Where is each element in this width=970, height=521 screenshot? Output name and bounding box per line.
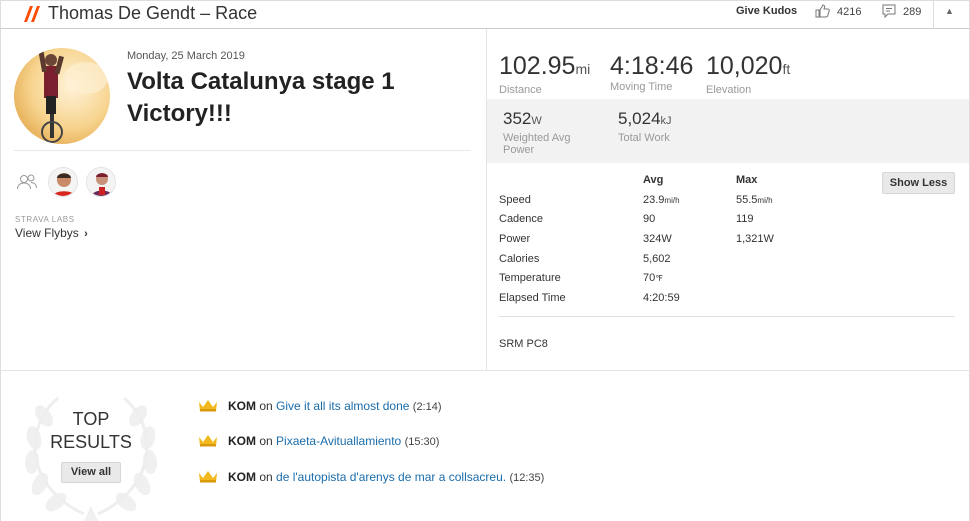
avg-unit: ℉	[655, 274, 663, 283]
stat-weighted-power: 352W Weighted Avg Power	[503, 109, 570, 156]
max-value: 1,321	[736, 233, 764, 245]
give-kudos-button[interactable]: Give Kudos	[736, 5, 797, 17]
segment-link[interactable]: Give it all its almost done	[276, 399, 409, 413]
row-label: Power	[499, 233, 531, 245]
stat-moving-time: 4:18:46 Moving Time	[610, 52, 693, 93]
top-results-line2: RESULTS	[50, 432, 132, 452]
row-label: Temperature	[499, 272, 561, 284]
kom-result-row: KOM on de l'autopista d'arenys de mar a …	[198, 470, 544, 486]
strava-chevrons-icon	[24, 6, 40, 22]
max-column-header: Max	[736, 174, 758, 186]
group-icon[interactable]	[16, 173, 38, 191]
row-label: Elapsed Time	[499, 292, 566, 304]
activity-header-bar: Thomas De Gendt – Race Give Kudos 4216 2…	[0, 0, 970, 29]
row-label: Cadence	[499, 213, 544, 225]
total-work-label: Total Work	[618, 132, 670, 144]
group-athlete-avatar[interactable]	[86, 167, 116, 197]
kom-on-text: on	[259, 399, 273, 413]
segment-time: (2:14)	[412, 401, 442, 413]
segment-time: (15:30)	[404, 436, 440, 448]
kom-badge: KOM	[228, 434, 256, 448]
moving-time-label: Moving Time	[610, 81, 673, 93]
kom-on-text: on	[259, 470, 273, 484]
segment-link[interactable]: Pixaeta-Avituallamiento	[276, 434, 401, 448]
comment-count[interactable]: 289	[903, 6, 921, 18]
activity-name: Volta Catalunya stage 1 Victory!!!	[127, 68, 395, 127]
distance-label: Distance	[499, 84, 542, 96]
show-less-button[interactable]: Show Less	[882, 172, 955, 194]
max-unit: mi/h	[757, 196, 773, 205]
max-unit: W	[763, 233, 774, 245]
segment-link[interactable]: de l'autopista d'arenys de mar a collsac…	[276, 470, 506, 484]
weighted-power-label-1: Weighted Avg	[503, 132, 571, 144]
kom-badge: KOM	[228, 470, 256, 484]
kudos-count[interactable]: 4216	[837, 6, 861, 18]
crown-icon	[199, 400, 217, 412]
divider	[499, 316, 955, 317]
comment-icon[interactable]	[881, 3, 897, 19]
view-flybys-label: View Flybys	[15, 226, 79, 240]
device-name: SRM PC8	[499, 338, 548, 350]
segment-time: (12:35)	[509, 472, 545, 484]
avg-value: 4:20:59	[643, 292, 680, 304]
thumbs-up-icon[interactable]	[814, 3, 830, 19]
strava-labs-label: STRAVA LABS	[15, 215, 75, 224]
stat-total-work: 5,024kJ Total Work	[618, 109, 672, 144]
distance-unit: mi	[575, 61, 591, 77]
secondary-stats: 352W Weighted Avg Power 5,024kJ Total Wo…	[487, 99, 969, 163]
avg-value: 324	[643, 233, 662, 245]
collapse-button[interactable]: ▲	[933, 1, 965, 29]
elevation-unit: ft	[782, 61, 791, 77]
weighted-power-value: 352	[503, 109, 532, 128]
divider	[14, 150, 471, 151]
crown-icon	[199, 435, 217, 447]
avg-unit: mi/h	[664, 196, 680, 205]
max-value: 119	[736, 213, 754, 225]
primary-stats: 102.95mi Distance 4:18:46 Moving Time 10…	[487, 29, 969, 99]
avg-value: 23.9	[643, 194, 665, 206]
stat-distance: 102.95mi Distance	[499, 52, 590, 96]
kom-on-text: on	[259, 434, 273, 448]
activity-title: Thomas De Gendt – Race	[48, 3, 258, 23]
top-results-line1: TOP	[72, 409, 110, 429]
elevation-label: Elevation	[706, 84, 752, 96]
avg-column-header: Avg	[643, 174, 664, 186]
athlete-avatar-main[interactable]	[14, 48, 110, 144]
elevation-value: 10,020	[706, 52, 783, 80]
view-flybys-link[interactable]: View Flybys ›	[15, 226, 88, 240]
kom-result-row: KOM on Give it all its almost done (2:14…	[198, 399, 442, 415]
avg-value: 5,602	[643, 253, 671, 265]
kom-result-row: KOM on Pixaeta-Avituallamiento (15:30)	[198, 434, 439, 450]
top-results-heading: TOP RESULTS	[50, 408, 132, 454]
weighted-power-unit: W	[531, 115, 542, 127]
activity-date: Monday, 25 March 2019	[127, 50, 245, 62]
total-work-value: 5,024	[618, 109, 661, 128]
total-work-unit: kJ	[660, 115, 672, 127]
avg-unit: W	[661, 233, 672, 245]
row-label: Speed	[499, 194, 531, 206]
group-athlete-avatar[interactable]	[48, 167, 78, 197]
avg-value: 90	[643, 213, 656, 225]
avg-value: 70	[643, 272, 656, 284]
kom-badge: KOM	[228, 399, 256, 413]
max-value: 55.5	[736, 194, 758, 206]
athlete-photo	[14, 48, 110, 144]
stat-elevation: 10,020ft Elevation	[706, 52, 790, 96]
view-all-button[interactable]: View all	[61, 462, 121, 483]
distance-value: 102.95	[499, 52, 576, 80]
chevron-right-icon: ›	[84, 228, 88, 240]
moving-time-value: 4:18:46	[610, 52, 694, 80]
crown-icon	[199, 471, 217, 483]
row-label: Calories	[499, 253, 540, 265]
weighted-power-label-2: Power	[503, 144, 535, 156]
